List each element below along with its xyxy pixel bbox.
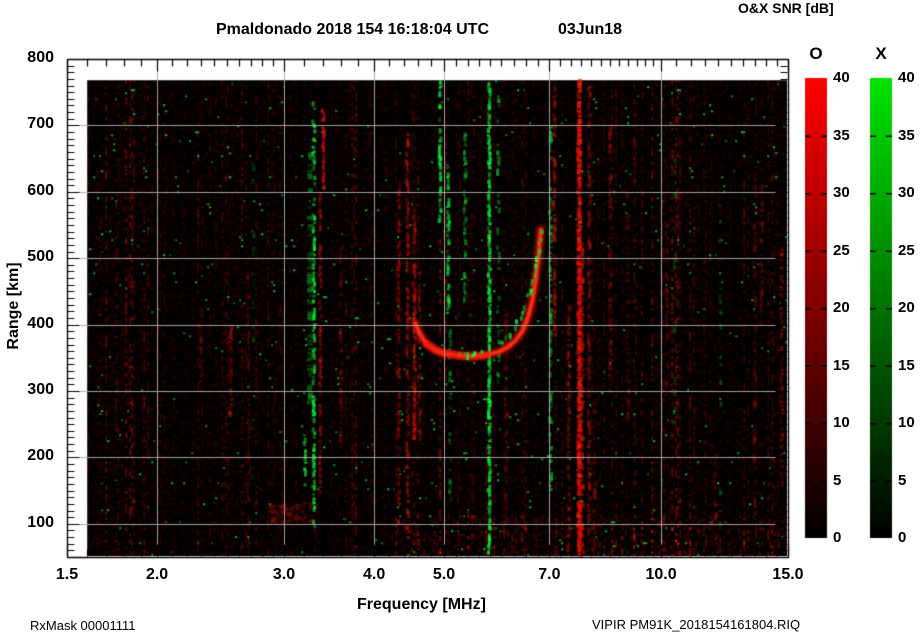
ionogram-plot-canvas xyxy=(0,0,922,636)
x-colorbar-tick-label: 0 xyxy=(898,529,906,546)
o-colorbar-tick-label: 35 xyxy=(833,127,850,144)
plot-date: 03Jun18 xyxy=(558,21,622,39)
o-colorbar-tick-label: 5 xyxy=(833,472,841,489)
x-colorbar-tick-label: 40 xyxy=(898,69,915,86)
x-colorbar-tick-label: 15 xyxy=(898,357,915,374)
x-colorbar-tick-label: 30 xyxy=(898,184,915,201)
o-colorbar-tick-label: 15 xyxy=(833,357,850,374)
x-tick-label: 5.0 xyxy=(414,566,474,584)
o-colorbar-tick-label: 20 xyxy=(833,299,850,316)
x-colorbar-tick-label: 10 xyxy=(898,414,915,431)
o-colorbar-tick-label: 40 xyxy=(833,69,850,86)
x-colorbar-tick-label: 20 xyxy=(898,299,915,316)
plot-title: Pmaldonado 2018 154 16:18:04 UTC xyxy=(216,21,489,39)
o-colorbar-tick-label: 10 xyxy=(833,414,850,431)
y-axis-label: Range [km] xyxy=(5,254,23,358)
y-tick-label: 800 xyxy=(16,49,54,67)
y-tick-label: 400 xyxy=(16,315,54,333)
x-tick-label: 3.0 xyxy=(254,566,314,584)
x-tick-label: 7.0 xyxy=(519,566,579,584)
o-colorbar-tick-label: 25 xyxy=(833,242,850,259)
y-tick-label: 200 xyxy=(16,447,54,465)
y-tick-label: 300 xyxy=(16,381,54,399)
x-tick-label: 10.0 xyxy=(631,566,691,584)
o-colorbar-tick-label: 30 xyxy=(833,184,850,201)
x-colorbar-tick-label: 5 xyxy=(898,472,906,489)
colorbar-title: O&X SNR [dB] xyxy=(738,0,834,16)
ionogram-figure: Pmaldonado 2018 154 16:18:04 UTC 03Jun18… xyxy=(0,0,922,636)
footer-filename: VIPIR PM91K_2018154161804.RIQ xyxy=(592,617,800,632)
y-tick-label: 500 xyxy=(16,248,54,266)
footer-rxmask: RxMask 00001111 xyxy=(30,618,136,633)
x-tick-label: 2.0 xyxy=(127,566,187,584)
x-tick-label: 1.5 xyxy=(37,566,97,584)
colorbar-x-header: X xyxy=(869,44,893,64)
y-tick-label: 600 xyxy=(16,182,54,200)
x-colorbar-tick-label: 35 xyxy=(898,127,915,144)
x-axis-label: Frequency [MHz] xyxy=(357,596,486,614)
x-colorbar-tick-label: 25 xyxy=(898,242,915,259)
x-tick-label: 4.0 xyxy=(344,566,404,584)
o-colorbar-tick-label: 0 xyxy=(833,529,841,546)
colorbar-o-header: O xyxy=(804,44,828,64)
y-tick-label: 100 xyxy=(16,514,54,532)
y-tick-label: 700 xyxy=(16,115,54,133)
x-tick-label: 15.0 xyxy=(758,566,818,584)
